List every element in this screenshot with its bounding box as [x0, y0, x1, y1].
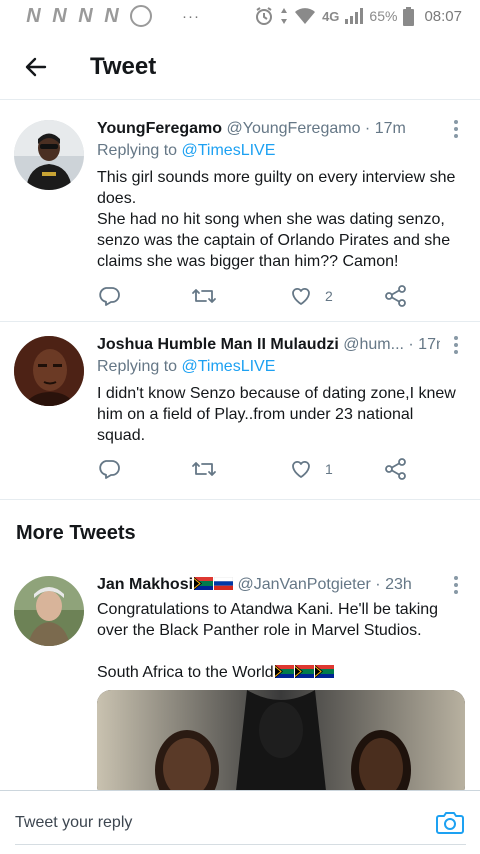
flag-south-africa-icon	[314, 663, 334, 678]
author-handle[interactable]: @JanVanPotgieter	[237, 576, 370, 593]
camera-button[interactable]	[436, 809, 464, 835]
battery-icon	[403, 6, 415, 26]
replying-to: Replying to @TimesLIVE	[97, 142, 276, 159]
tweet-actions: 2	[97, 284, 407, 308]
back-arrow-icon	[25, 57, 47, 76]
mention-link[interactable]: @TimesLIVE	[182, 142, 276, 159]
status-bar: N N N N ··· 4G 65% 08:07	[0, 0, 480, 32]
battery-percentage: 65%	[369, 8, 398, 24]
notification-icons: N N N N ···	[22, 5, 200, 28]
author-name[interactable]: Joshua Humble Man II Mulaudzi	[97, 336, 339, 353]
tweet-text: I didn't know Senzo because of dating zo…	[97, 385, 456, 444]
alarm-icon	[256, 7, 273, 25]
author-handle[interactable]: @hum...	[343, 336, 404, 353]
reply-button[interactable]	[97, 284, 121, 308]
notification-icon: N	[104, 4, 118, 27]
share-button[interactable]	[384, 457, 408, 481]
more-options-icon[interactable]	[452, 336, 460, 354]
flag-south-africa-icon	[193, 577, 214, 590]
replying-to: Replying to @TimesLIVE	[97, 358, 276, 375]
tweet-time: · 17m	[408, 336, 440, 353]
wifi-icon	[295, 8, 316, 24]
page-title: Tweet	[90, 52, 157, 80]
like-icon	[292, 287, 310, 305]
clock: 08:07	[424, 7, 462, 25]
camera-icon	[436, 812, 464, 834]
share-button[interactable]	[384, 284, 408, 308]
more-options-icon[interactable]	[452, 120, 460, 138]
tweet-text: This girl sounds more guilty on every in…	[97, 169, 456, 270]
like-button[interactable]: 2	[289, 284, 333, 308]
tweet-actions: 1	[97, 457, 407, 481]
reply-input-underline	[15, 844, 466, 845]
flag-south-africa-icon	[294, 663, 314, 678]
retweet-icon	[192, 462, 216, 476]
reply-composer: Tweet your reply	[0, 790, 480, 854]
tweet-reply[interactable]: YoungFeregamo @YoungFeregamo · 17m Reply…	[0, 104, 480, 322]
reply-icon	[99, 287, 120, 306]
like-button[interactable]: 1	[289, 457, 333, 481]
more-notifications-indicator: ···	[182, 7, 200, 25]
mention-link[interactable]: @TimesLIVE	[182, 358, 276, 375]
avatar[interactable]	[14, 576, 84, 646]
more-tweets-heading: More Tweets	[16, 522, 136, 544]
share-icon	[385, 458, 406, 480]
retweet-button[interactable]	[191, 284, 217, 308]
top-app-bar: Tweet	[0, 34, 480, 100]
tweet-time: · 23h	[375, 576, 412, 593]
reply-icon	[99, 460, 120, 479]
signal-icon	[345, 8, 364, 24]
author-handle[interactable]: @YoungFeregamo	[227, 120, 361, 137]
retweet-button[interactable]	[191, 457, 217, 481]
notification-icon: N	[52, 4, 66, 27]
flag-south-africa-icon	[274, 663, 294, 678]
tweet-media-image[interactable]	[97, 690, 465, 800]
notification-icon: N	[26, 4, 40, 27]
network-type: 4G	[322, 8, 340, 24]
tweet-reply[interactable]: Joshua Humble Man II Mulaudzi @hum... · …	[0, 322, 480, 500]
tweet-time: · 17m	[364, 120, 406, 137]
like-count: 1	[325, 461, 333, 477]
like-icon	[292, 460, 310, 478]
share-icon	[385, 285, 406, 307]
avatar[interactable]	[14, 120, 84, 190]
data-arrows-icon	[281, 8, 288, 24]
avatar[interactable]	[14, 336, 84, 406]
flag-russia-icon	[213, 576, 234, 590]
tweet-text-line2: South Africa to the World	[97, 662, 464, 683]
more-options-icon[interactable]	[452, 576, 460, 594]
author-name[interactable]: YoungFeregamo	[97, 120, 222, 137]
notification-icon: N	[78, 4, 92, 27]
tweet-text: Congratulations to Atandwa Kani. He'll b…	[97, 601, 439, 639]
back-button[interactable]	[18, 49, 54, 85]
retweet-icon	[192, 289, 216, 303]
like-count: 2	[325, 288, 333, 304]
author-name[interactable]: Jan Makhosi	[97, 576, 193, 593]
reply-button[interactable]	[97, 457, 121, 481]
whatsapp-icon	[130, 5, 152, 27]
